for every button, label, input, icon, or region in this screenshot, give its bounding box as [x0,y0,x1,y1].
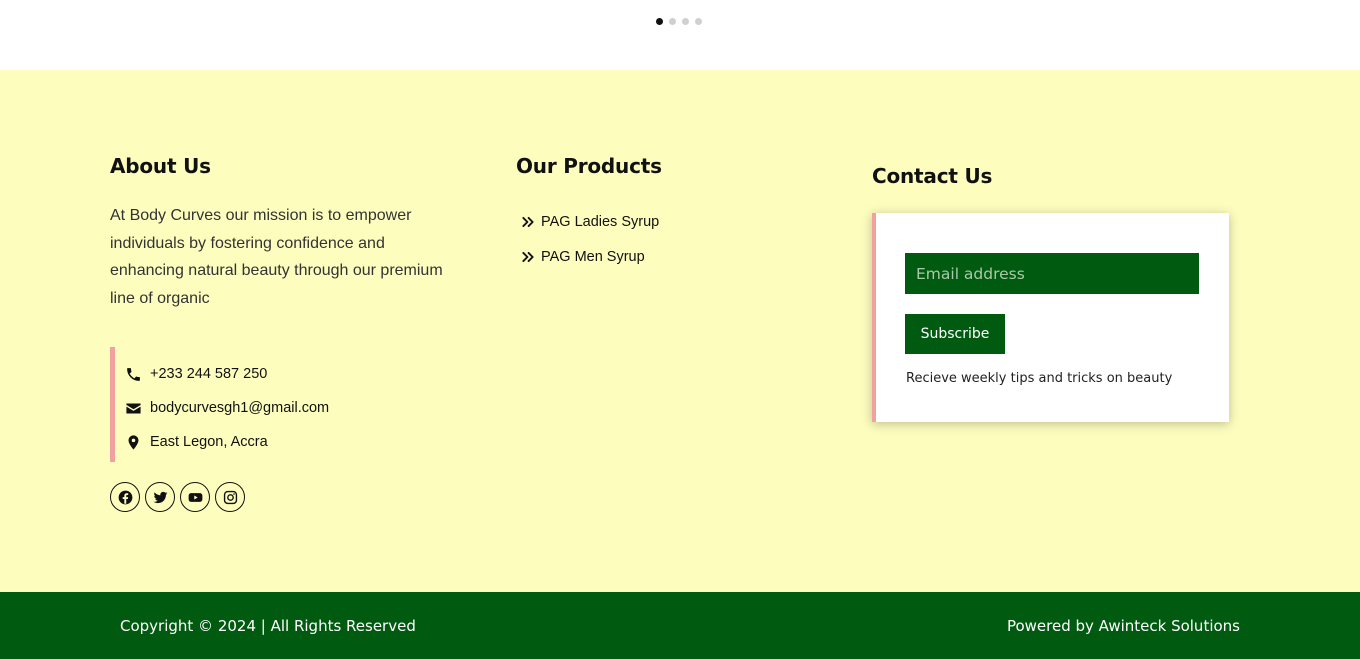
subscribe-button[interactable]: Subscribe [905,314,1005,354]
about-column: About Us At Body Curves our mission is t… [110,154,455,312]
twitter-link[interactable] [145,482,175,512]
double-chevron-right-icon [522,251,534,262]
address-row: East Legon, Accra [125,425,410,459]
footer-main: About Us At Body Curves our mission is t… [0,70,1360,592]
carousel-dot[interactable] [682,18,689,25]
product-list: PAG Ladies Syrup PAG Men Syrup [516,204,816,274]
powered-by-link[interactable]: Powered by Awinteck Solutions [1007,617,1240,635]
carousel-dot[interactable] [656,18,663,25]
email-text: bodycurvesgh1@gmail.com [150,400,330,416]
carousel-dot[interactable] [695,18,702,25]
product-label: PAG Men Syrup [541,248,645,265]
products-column: Our Products PAG Ladies Syrup PAG Men Sy… [516,154,816,274]
youtube-icon [188,492,202,502]
product-item[interactable]: PAG Ladies Syrup [516,204,816,239]
top-strip [0,0,1360,70]
subscribe-tips-text: Recieve weekly tips and tricks on beauty [906,371,1173,386]
contact-column: Contact Us [872,164,1232,188]
email-input[interactable] [905,253,1199,294]
product-label: PAG Ladies Syrup [541,213,660,230]
double-chevron-right-icon [522,216,534,227]
copyright-text: Copyright © 2024 | All Rights Reserved [120,617,416,635]
subscribe-card: Subscribe Recieve weekly tips and tricks… [872,213,1229,422]
contact-info-block: +233 244 587 250 bodycurvesgh1@gmail.com… [110,347,410,462]
email-row[interactable]: bodycurvesgh1@gmail.com [125,391,410,425]
social-links [110,482,245,512]
address-text: East Legon, Accra [150,434,268,450]
footer-bottom-bar: Copyright © 2024 | All Rights Reserved P… [0,592,1360,659]
youtube-link[interactable] [180,482,210,512]
products-heading: Our Products [516,154,662,178]
carousel-dot[interactable] [669,18,676,25]
facebook-link[interactable] [110,482,140,512]
about-heading: About Us [110,154,211,178]
map-pin-icon [128,434,139,450]
contact-heading: Contact Us [872,164,993,188]
instagram-link[interactable] [215,482,245,512]
envelope-icon [126,403,141,413]
instagram-icon [223,490,237,504]
product-item[interactable]: PAG Men Syrup [516,239,816,274]
phone-row[interactable]: +233 244 587 250 [125,357,410,391]
about-text: At Body Curves our mission is to empower… [110,207,443,307]
twitter-icon [153,491,167,503]
carousel-dots [656,18,702,25]
phone-icon [127,367,140,381]
phone-text: +233 244 587 250 [150,366,268,382]
facebook-icon [118,490,132,504]
